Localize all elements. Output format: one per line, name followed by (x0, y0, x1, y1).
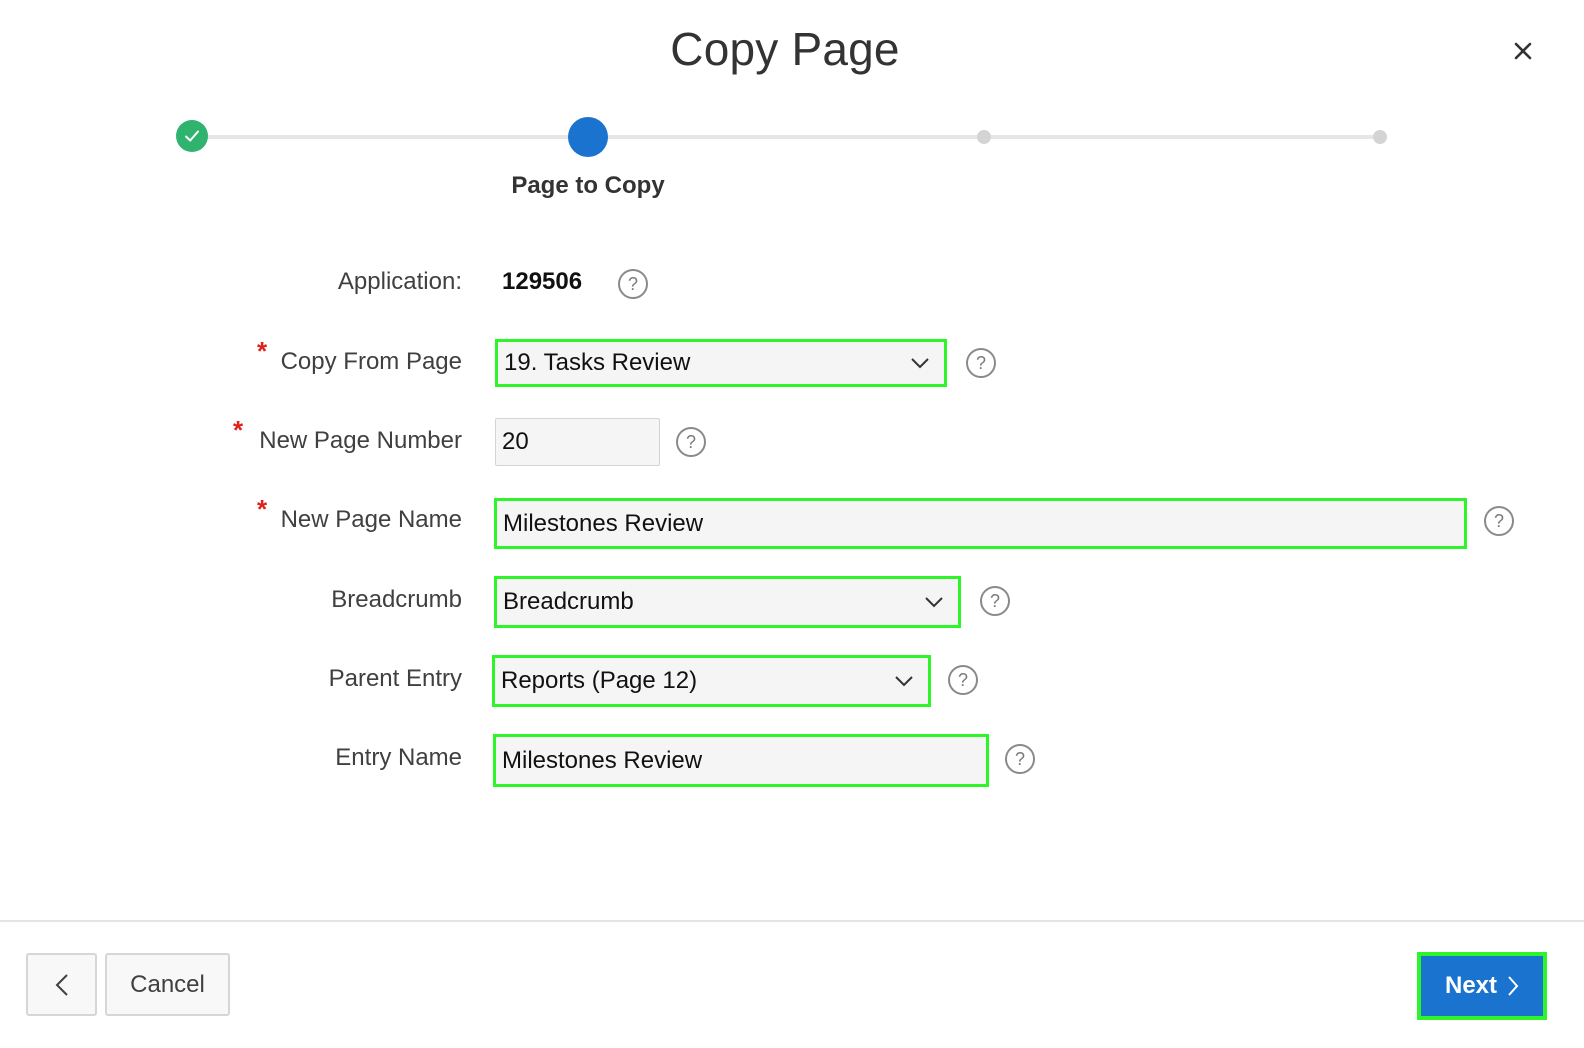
next-button-label: Next (1444, 972, 1498, 999)
new-page-name-field[interactable]: Milestones Review (494, 498, 1467, 549)
chevron-right-icon (1508, 976, 1519, 996)
chevron-left-icon (55, 973, 68, 996)
wizard-step-3-pending (977, 130, 991, 144)
close-icon (1514, 42, 1532, 60)
new-page-number-field[interactable]: 20 (495, 418, 660, 466)
parent-entry-label: Parent Entry (328, 665, 462, 692)
new-page-number-value: 20 (502, 428, 529, 455)
new-page-number-label: New Page Number (259, 427, 462, 454)
entry-name-label: Entry Name (335, 744, 462, 771)
wizard-step-2-current (568, 117, 608, 157)
checkmark-icon (185, 130, 199, 142)
cancel-button[interactable]: Cancel (105, 953, 230, 1016)
cancel-button-label: Cancel (130, 970, 205, 998)
wizard-step-4-pending (1373, 130, 1387, 144)
required-marker: * (257, 336, 268, 366)
help-icon[interactable]: ? (980, 586, 1010, 616)
chevron-down-icon (911, 358, 929, 369)
parent-entry-select[interactable]: Reports (Page 12) (492, 655, 931, 707)
application-value: 129506 (502, 268, 583, 295)
close-button[interactable] (1506, 34, 1540, 68)
help-icon[interactable]: ? (1005, 744, 1035, 774)
copy-from-page-label: Copy From Page (280, 348, 462, 375)
next-button[interactable]: Next (1417, 952, 1547, 1020)
footer-divider (0, 920, 1584, 922)
help-icon[interactable]: ? (948, 665, 978, 695)
application-label: Application: (337, 268, 462, 295)
help-icon[interactable]: ? (676, 427, 706, 457)
help-icon[interactable]: ? (618, 269, 648, 299)
dialog-title: Copy Page (670, 23, 900, 75)
new-page-name-label: New Page Name (280, 506, 462, 533)
wizard-progress-track (192, 135, 1380, 139)
new-page-name-value: Milestones Review (503, 509, 704, 537)
entry-name-value: Milestones Review (502, 746, 703, 774)
copy-from-page-select[interactable]: 19. Tasks Review (495, 339, 947, 387)
wizard-step-1-complete (176, 120, 208, 152)
required-marker: * (233, 415, 244, 445)
back-button[interactable] (26, 953, 97, 1016)
required-marker: * (257, 494, 268, 524)
entry-name-field[interactable]: Milestones Review (493, 734, 989, 787)
help-icon[interactable]: ? (966, 348, 996, 378)
wizard-step-label: Page to Copy (511, 172, 665, 199)
help-icon[interactable]: ? (1484, 506, 1514, 536)
breadcrumb-select[interactable]: Breadcrumb (494, 576, 961, 628)
chevron-down-icon (895, 676, 913, 687)
copy-from-page-value: 19. Tasks Review (504, 349, 691, 376)
breadcrumb-value: Breadcrumb (503, 588, 634, 615)
parent-entry-value: Reports (Page 12) (501, 667, 698, 694)
chevron-down-icon (925, 597, 943, 608)
breadcrumb-label: Breadcrumb (331, 586, 462, 613)
